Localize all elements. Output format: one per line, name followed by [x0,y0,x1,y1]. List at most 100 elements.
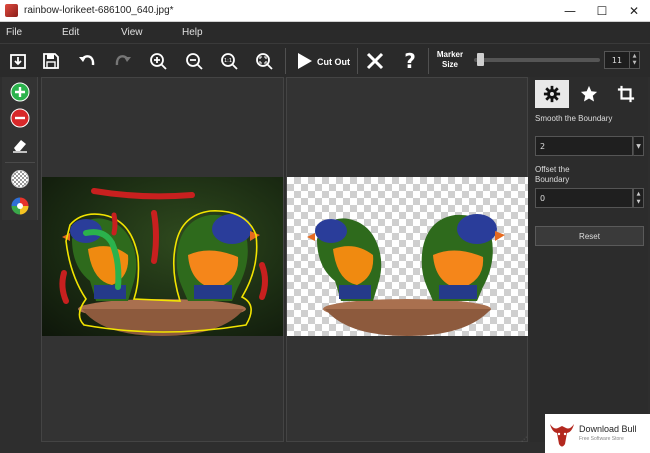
keep-marker-icon [10,82,30,102]
transparency-button[interactable] [9,168,31,190]
cancel-button[interactable] [362,49,388,73]
background-color-button[interactable] [9,195,31,217]
right-bird-belly [439,285,477,299]
gear-icon [543,85,561,103]
transparency-icon [11,170,29,188]
remove-marker-button[interactable] [9,107,31,129]
right-bird-beak [495,231,505,241]
app-window: rainbow-lorikeet-686100_640.jpg* — ☐ ✕ F… [0,0,650,453]
remove-stroke [111,212,118,236]
offset-boundary-spinner[interactable]: ▲ ▼ [633,188,644,208]
remove-stroke [151,210,159,264]
crop-tab[interactable] [609,80,643,108]
offset-boundary-label: Offset the Boundary [535,165,570,184]
toolbar-separator [285,48,286,74]
cutout-button[interactable] [291,49,317,73]
marker-size-slider[interactable] [474,58,600,62]
left-bird-belly [94,285,126,299]
toolbar-separator [428,48,429,74]
source-photo[interactable] [42,177,283,336]
offset-boundary-field[interactable]: 0 [535,188,633,208]
actual-size-button[interactable]: 1:1 [216,49,242,73]
chevron-down-icon[interactable]: ▼ [633,136,644,156]
resize-grip[interactable]: ⋰ [521,436,527,443]
undo-button[interactable] [74,49,100,73]
spin-down-icon[interactable]: ▼ [633,60,637,67]
left-bird-head [315,219,347,243]
tool-separator [5,162,35,163]
left-tool-panel [2,77,38,220]
crop-icon [617,85,635,103]
left-bird-belly [339,285,371,299]
remove-stroke [91,188,195,200]
zoom-in-icon [150,53,167,70]
fit-to-window-icon [256,53,273,70]
open-button[interactable] [5,49,31,73]
svg-text:1:1: 1:1 [224,58,232,64]
menu-view[interactable]: View [121,27,143,38]
remove-stroke [259,262,268,300]
actual-size-icon: 1:1 [221,53,238,70]
eraser-icon [13,140,27,153]
save-icon [43,53,59,69]
right-bird-belly [194,285,232,299]
menu-help[interactable]: Help [182,27,203,38]
watermark-title: Download Bull [579,423,637,434]
keep-marker-button[interactable] [9,81,31,103]
redo-icon [115,55,131,66]
minimize-button[interactable]: — [554,0,586,22]
zoom-out-icon [186,53,203,70]
menu-bar: File Edit View Help [0,22,650,43]
settings-panel: Smooth the Boundary 2 ▼ Offset the Bound… [530,77,648,442]
toolbar-separator [357,48,358,74]
right-bird-head [212,214,252,244]
close-button[interactable]: ✕ [618,0,650,22]
right-bird-head [457,214,497,244]
marker-size-spinner[interactable]: ▲ ▼ [630,51,640,69]
result-canvas[interactable] [286,77,528,442]
pot-body [325,309,491,336]
remove-marker-icon [10,108,30,128]
source-canvas[interactable] [41,77,284,442]
play-icon [298,53,312,69]
app-icon [5,4,18,17]
eraser-button[interactable] [9,134,31,156]
remove-stroke [59,270,69,304]
smooth-boundary-label: Smooth the Boundary [535,114,613,123]
zoom-in-button[interactable] [145,49,171,73]
result-photo[interactable] [287,177,528,336]
result-image [307,214,505,336]
cutout-label[interactable]: Cut Out [317,57,350,67]
maximize-button[interactable]: ☐ [586,0,618,22]
help-button[interactable]: ? [397,49,423,73]
save-button[interactable] [38,49,64,73]
window-title: rainbow-lorikeet-686100_640.jpg* [24,5,174,16]
bull-logo [550,423,574,446]
title-bar: rainbow-lorikeet-686100_640.jpg* — ☐ ✕ [0,0,650,22]
marker-size-slider-thumb[interactable] [476,53,484,66]
left-bird-beak [307,233,315,241]
fit-window-button[interactable] [251,49,277,73]
download-bull-watermark: Download Bull Free Software Store [545,414,650,453]
spin-up-icon[interactable]: ▲ [633,53,637,60]
window-controls: — ☐ ✕ [554,0,650,22]
marker-size-label: Marker Size [436,50,464,69]
zoom-out-button[interactable] [181,49,207,73]
undo-icon [79,55,95,66]
menu-edit[interactable]: Edit [62,27,79,38]
background-color-icon [11,197,29,215]
star-icon [580,85,598,102]
watermark-subtitle: Free Software Store [579,435,624,442]
settings-tab[interactable] [535,80,569,108]
source-image [59,188,268,336]
effects-tab[interactable] [572,80,606,108]
cancel-icon [366,52,384,70]
smooth-boundary-select[interactable]: 2 [535,136,633,156]
marker-size-field[interactable]: 11 [604,51,630,69]
spin-down-icon[interactable]: ▼ [637,198,641,206]
spin-up-icon[interactable]: ▲ [637,190,641,198]
reset-button[interactable]: Reset [535,226,644,246]
redo-button[interactable] [110,49,136,73]
open-icon [10,54,26,69]
menu-file[interactable]: File [6,27,22,38]
